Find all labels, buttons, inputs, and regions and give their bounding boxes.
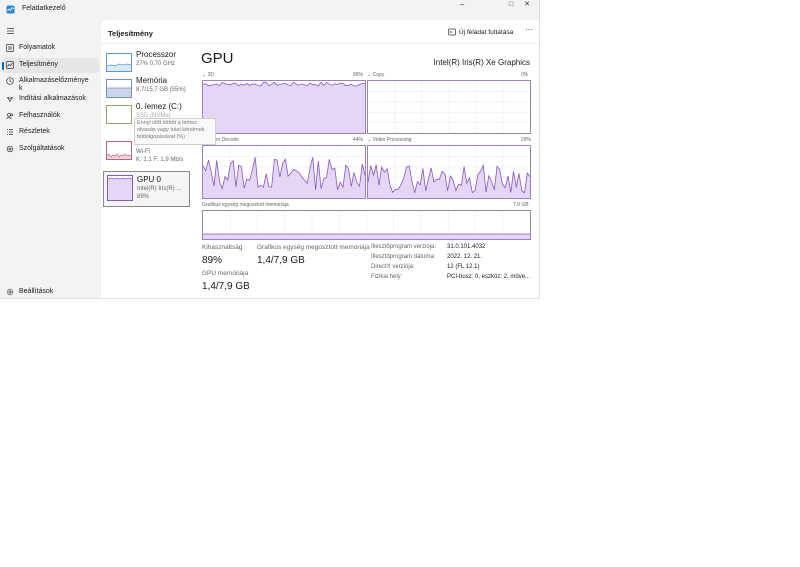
- driver-date-label: Illesztőprogram dátuma:: [371, 254, 436, 260]
- gpu-thumbnail: [107, 175, 133, 201]
- sidebar-item-label: Felhasználók: [19, 112, 61, 119]
- driver-version-label: Illesztőprogram verziója:: [371, 244, 437, 250]
- engine-copy-dropdown[interactable]: ⌄ Copy: [367, 72, 384, 78]
- sidebar-item-label: Szolgáltatások: [19, 145, 65, 152]
- gear-icon: [6, 288, 14, 296]
- graph-video-decode-plot: [203, 146, 365, 198]
- tile-subtitle-2: K: 1,1 F: 1,9 Mb/s: [136, 157, 184, 163]
- graph-shared-memory: [202, 210, 531, 240]
- performance-panel: Teljesítmény Új feladat futtatása ··· Pr…: [101, 20, 539, 298]
- shared-memory-graph-label: Grafikus egység megosztott memóriája: [202, 202, 289, 208]
- sidebar-item-label: Beállítások: [19, 288, 54, 295]
- engine-video-decode-value: 44%: [353, 137, 364, 143]
- hamburger-menu-icon[interactable]: [6, 27, 16, 35]
- tile-title: GPU 0: [137, 175, 162, 184]
- engine-copy-value: 0%: [521, 72, 529, 78]
- directx-version-label: DirectX verziója:: [371, 264, 415, 270]
- tile-subtitle: 27% 0,70 GHz: [136, 61, 176, 67]
- engine-3d-dropdown[interactable]: ⌄ 3D: [202, 72, 214, 78]
- close-button[interactable]: ✕: [515, 0, 539, 12]
- tile-subtitle: Intel(R) Iris(R) ...: [137, 186, 182, 192]
- physical-location-label: Fizikai hely:: [371, 274, 403, 280]
- sidebar-item-label: Alkalmazáselőzménye k: [19, 77, 89, 92]
- cpu-thumbnail: [106, 53, 132, 72]
- engine-name: Copy: [372, 72, 385, 78]
- graph-3d-plot: [203, 81, 365, 133]
- sidebar-item-settings[interactable]: Beállítások: [2, 285, 99, 300]
- performance-icon: [6, 61, 14, 69]
- sidebar-item-app-history[interactable]: Alkalmazáselőzménye k: [2, 74, 99, 94]
- driver-version-value: 31.0.101.4032: [447, 244, 486, 250]
- sidebar-item-performance[interactable]: Teljesítmény: [2, 58, 99, 73]
- run-new-task-button[interactable]: Új feladat futtatása: [448, 28, 514, 38]
- page-title: Teljesítmény: [108, 29, 153, 38]
- directx-version-value: 12 (FL 12.1): [447, 264, 480, 270]
- sidebar-item-label: Teljesítmény: [19, 61, 58, 68]
- tile-title: Processzor: [136, 50, 177, 59]
- users-icon: [6, 112, 14, 120]
- details-icon: [6, 128, 14, 136]
- wifi-thumbnail: [106, 141, 132, 160]
- shared-memory-label: Grafikus egység megosztott memóriája: [257, 244, 370, 251]
- task-manager-window: Feladatkezelő – □ ✕ Folyamatok Teljesítm…: [0, 0, 540, 299]
- sidebar-item-label: Folyamatok: [19, 44, 56, 51]
- tile-gpu[interactable]: GPU 0 Intel(R) Iris(R) ... 89%: [103, 171, 190, 207]
- gpu-memory-label: GPU memóriája: [202, 270, 249, 277]
- memory-thumbnail: [106, 79, 132, 98]
- sidebar-item-label: Részletek: [19, 128, 50, 135]
- title-bar: Feladatkezelő – □ ✕: [0, 0, 539, 20]
- gpu-model-name: Intel(R) Iris(R) Xe Graphics: [433, 58, 530, 67]
- more-options-button[interactable]: ···: [525, 25, 533, 34]
- processes-icon: [6, 44, 14, 52]
- disk-thumbnail: [106, 105, 132, 124]
- startup-icon: [6, 95, 14, 103]
- engine-3d-value: 89%: [353, 72, 364, 78]
- services-icon: [6, 145, 14, 153]
- sidebar-nav: Folyamatok Teljesítmény Alkalmazáselőzmé…: [0, 20, 101, 298]
- engine-video-processing-value: 29%: [521, 137, 532, 143]
- window-title: Feladatkezelő: [22, 5, 66, 12]
- tile-subtitle-2: 89%: [137, 194, 150, 200]
- graph-video-decode: [202, 145, 366, 199]
- active-indicator: [2, 62, 4, 70]
- disk-tooltip: Ennyi időt töltött a lemez olvasás vagy …: [134, 118, 216, 145]
- engine-video-processing-dropdown[interactable]: ⌄ Video Processing: [367, 137, 411, 143]
- gpu-memory-value: 1,4/7,9 GB: [202, 281, 250, 292]
- run-task-icon: [448, 28, 456, 36]
- run-task-label: Új feladat futtatása: [459, 29, 514, 36]
- tile-subtitle: 8,7/15,7 GB (55%): [136, 87, 186, 93]
- shared-memory-graph-max: 7,9 GB: [513, 202, 529, 208]
- sidebar-item-processes[interactable]: Folyamatok: [2, 41, 99, 56]
- graph-video-processing-plot: [368, 146, 530, 198]
- usage-label: Kihasználtság: [202, 244, 243, 251]
- graph-video-processing: [367, 145, 531, 199]
- sidebar-item-startup-apps[interactable]: Indítási alkalmazások: [2, 92, 99, 107]
- tile-title: 0. lemez (C:): [136, 102, 182, 111]
- graph-copy: [367, 80, 531, 134]
- task-manager-app-icon: [6, 5, 15, 14]
- gpu-heading: GPU: [201, 50, 234, 67]
- sidebar-item-users[interactable]: Felhasználók: [2, 109, 99, 124]
- physical-location-value: PCI-busz: 0, eszköz: 2, műve...: [447, 274, 531, 280]
- sidebar-item-label: Indítási alkalmazások: [19, 95, 86, 102]
- driver-date-value: 2022. 12. 21.: [447, 254, 483, 260]
- graph-copy-plot: [368, 81, 530, 133]
- sidebar-item-services[interactable]: Szolgáltatások: [2, 142, 99, 157]
- usage-value: 89%: [202, 255, 223, 266]
- sidebar-item-details[interactable]: Részletek: [2, 125, 99, 140]
- engine-name: 3D: [207, 72, 214, 78]
- tile-title: Memória: [136, 76, 168, 85]
- tile-subtitle: Wi-Fi: [136, 149, 150, 155]
- history-icon: [6, 77, 14, 85]
- shared-memory-value: 1,4/7,9 GB: [257, 255, 305, 266]
- header-divider: [101, 43, 539, 44]
- graph-3d: [202, 80, 366, 134]
- graph-shared-memory-plot: [203, 211, 530, 239]
- engine-name: Video Processing: [372, 137, 412, 143]
- minimize-button[interactable]: –: [450, 0, 474, 12]
